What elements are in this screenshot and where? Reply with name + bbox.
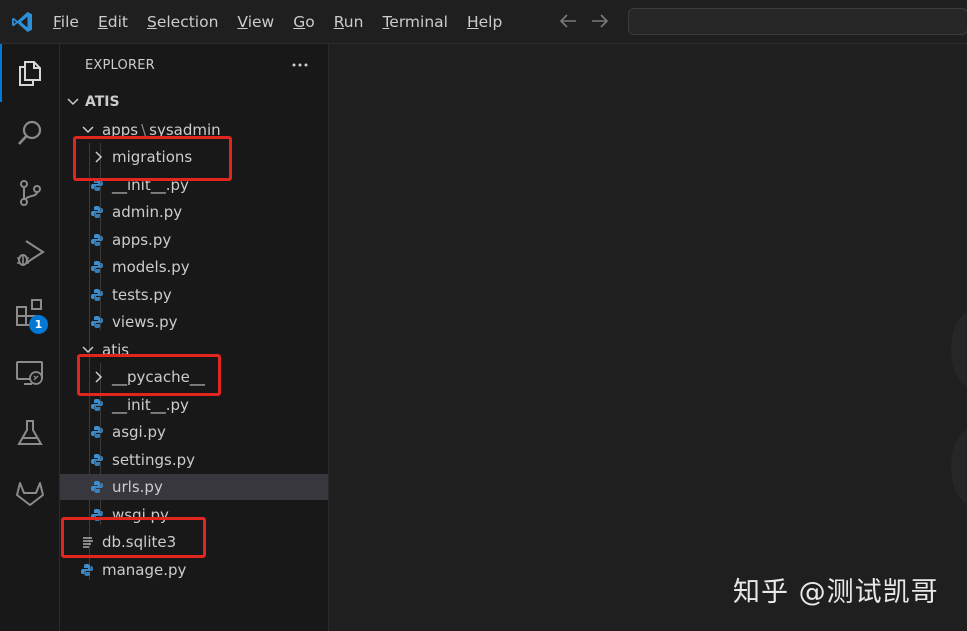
python-file-icon: [81, 564, 93, 576]
tree-file-selected[interactable]: urls.py: [60, 474, 328, 500]
tree-file[interactable]: views.py: [60, 309, 328, 335]
tree-file[interactable]: admin.py: [60, 199, 328, 225]
menu-help[interactable]: Help: [467, 13, 502, 31]
highlight-box-db: [61, 517, 206, 558]
python-file-icon: [91, 454, 103, 466]
chevron-down-icon: [67, 98, 79, 106]
file-label: admin.py: [112, 203, 183, 221]
menu-edit[interactable]: Edit: [98, 13, 128, 31]
python-file-icon: [91, 481, 103, 493]
python-file-icon: [91, 261, 103, 273]
tree-file[interactable]: asgi.py: [60, 419, 328, 445]
menu-selection[interactable]: Selection: [147, 13, 218, 31]
highlight-box-pycache: [77, 354, 221, 396]
file-label: tests.py: [112, 286, 172, 304]
file-label: apps.py: [112, 231, 172, 249]
menu-view[interactable]: View: [237, 13, 274, 31]
root-folder-label: ATIS: [85, 94, 120, 110]
python-file-icon: [91, 316, 103, 328]
tree-file[interactable]: tests.py: [60, 282, 328, 308]
tree-file-manage[interactable]: manage.py: [60, 557, 328, 583]
remote-explorer-icon[interactable]: [14, 357, 46, 389]
highlight-box-migrations: [73, 136, 232, 181]
title-bar: File Edit Selection View Go Run Terminal…: [0, 0, 967, 44]
python-file-icon: [91, 426, 103, 438]
gitlab-icon[interactable]: [14, 477, 46, 509]
tree-file[interactable]: models.py: [60, 254, 328, 280]
testing-flask-icon[interactable]: [14, 417, 46, 449]
menu-file[interactable]: File: [53, 13, 79, 31]
menu-run[interactable]: Run: [334, 13, 364, 31]
file-label: settings.py: [112, 451, 195, 469]
more-actions-icon[interactable]: [291, 56, 309, 74]
active-indicator: [0, 44, 2, 102]
file-label: manage.py: [102, 561, 187, 579]
tree-file[interactable]: settings.py: [60, 447, 328, 473]
file-label: models.py: [112, 258, 190, 276]
activity-bar: 1: [0, 44, 60, 631]
chevron-down-icon: [82, 126, 94, 134]
watermark-text: 知乎 @测试凯哥: [733, 577, 939, 608]
command-center-search[interactable]: [628, 8, 967, 35]
tree-root-atis[interactable]: ATIS: [60, 89, 328, 115]
python-file-icon: [91, 206, 103, 218]
search-icon[interactable]: [14, 117, 46, 149]
run-debug-icon[interactable]: [14, 237, 46, 269]
menu-terminal[interactable]: Terminal: [382, 13, 448, 31]
file-label: views.py: [112, 313, 178, 331]
tree-file[interactable]: apps.py: [60, 227, 328, 253]
forward-arrow-icon[interactable]: [589, 9, 611, 33]
editor-area: [329, 44, 967, 631]
explorer-title: EXPLORER: [85, 58, 155, 73]
explorer-files-icon[interactable]: [14, 57, 46, 89]
file-label: asgi.py: [112, 423, 166, 441]
python-file-icon: [91, 399, 103, 411]
source-control-icon[interactable]: [14, 177, 46, 209]
extensions-badge: 1: [29, 315, 48, 334]
python-file-icon: [91, 234, 103, 246]
vscode-logo-icon: [12, 12, 32, 32]
menu-go[interactable]: Go: [293, 13, 315, 31]
edge-shape: [951, 429, 967, 504]
file-label: urls.py: [112, 478, 163, 496]
back-arrow-icon[interactable]: [557, 9, 579, 33]
edge-shape: [951, 312, 967, 387]
python-file-icon: [91, 289, 103, 301]
menu-bar: File Edit Selection View Go Run Terminal…: [53, 0, 521, 44]
